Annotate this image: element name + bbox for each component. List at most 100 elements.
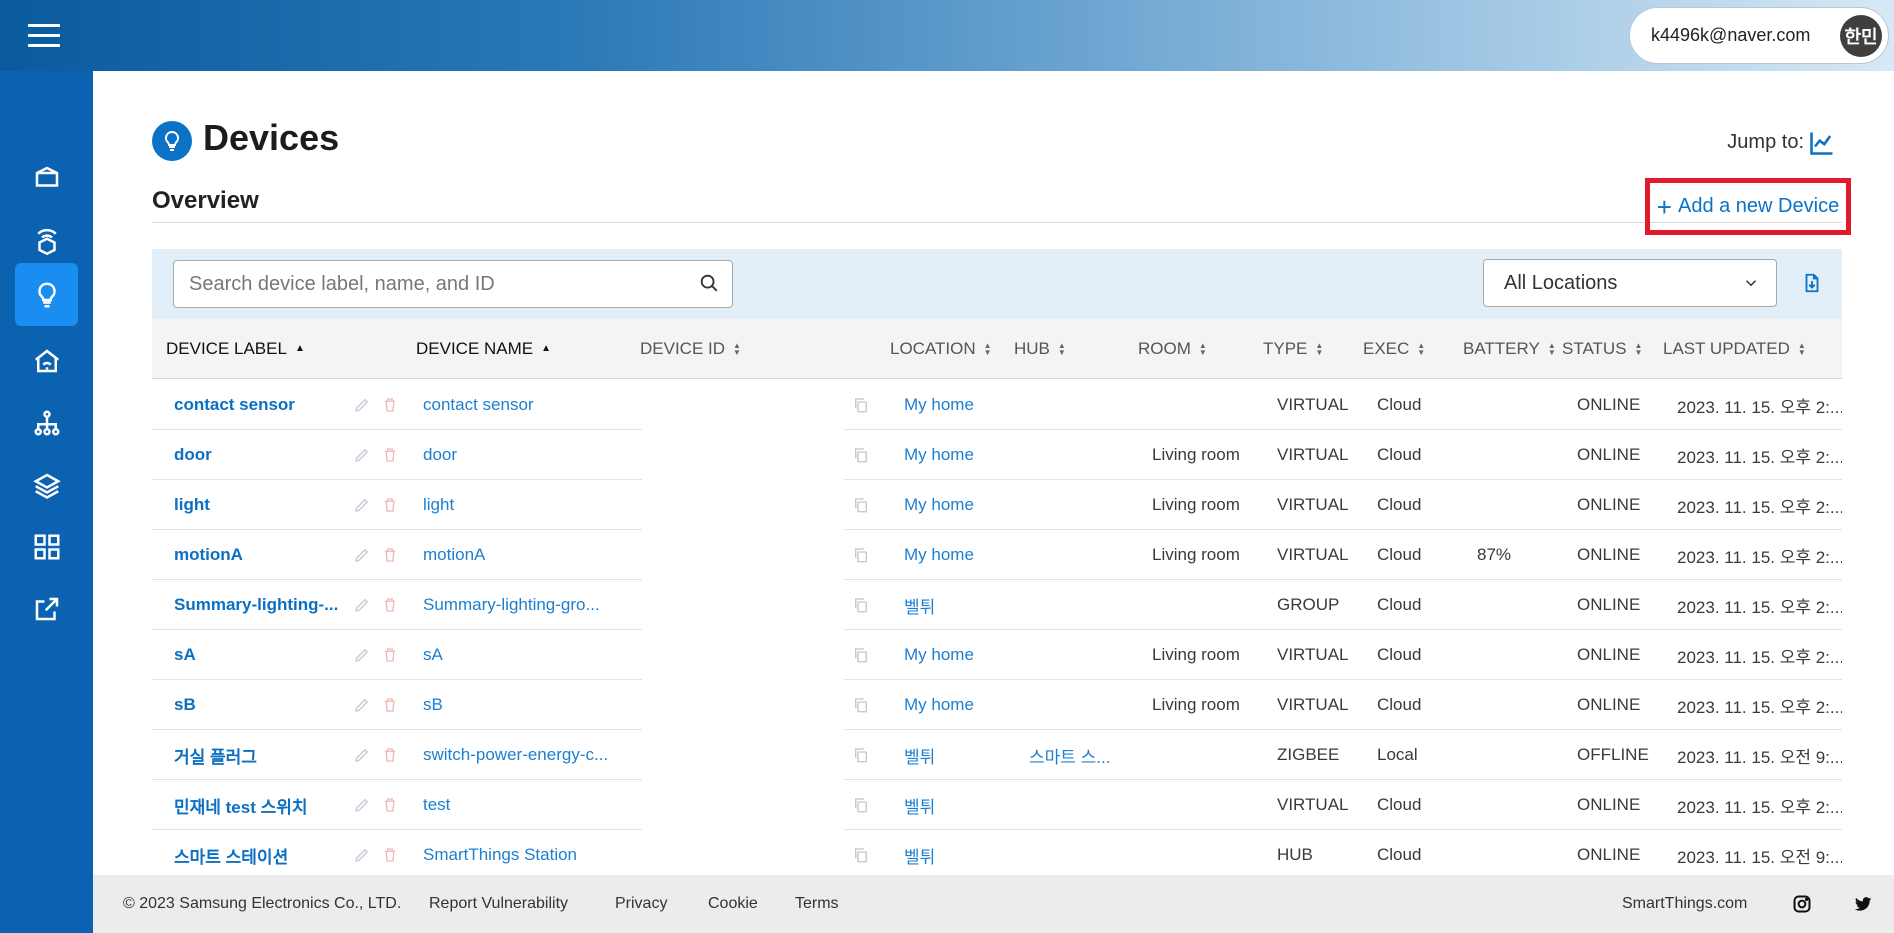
location-select[interactable]: All Locations bbox=[1483, 259, 1777, 307]
copy-id-icon[interactable] bbox=[852, 496, 870, 514]
device-name-link[interactable]: SmartThings Station bbox=[423, 830, 623, 876]
col-last-updated-header[interactable]: LAST UPDATED ▲ ▼ bbox=[1663, 319, 1806, 379]
location-link[interactable]: 벨튀 bbox=[904, 580, 1014, 630]
sort-ascending-icon[interactable]: ▲ bbox=[541, 344, 551, 354]
sidebar-item-locations[interactable] bbox=[15, 329, 78, 392]
footer-link-smartthings[interactable]: SmartThings.com bbox=[1622, 895, 1747, 913]
sort-icon[interactable]: ▲ ▼ bbox=[1798, 342, 1806, 357]
location-link[interactable]: My home bbox=[904, 630, 1014, 680]
hub-link[interactable] bbox=[1029, 430, 1129, 480]
device-label-link[interactable]: sA bbox=[174, 630, 344, 680]
copy-id-icon[interactable] bbox=[852, 696, 870, 714]
sort-icon[interactable]: ▲ ▼ bbox=[1548, 342, 1556, 357]
device-label-link[interactable]: Summary-lighting-... bbox=[174, 580, 344, 630]
sidebar-item-projects[interactable] bbox=[15, 146, 78, 209]
device-label-link[interactable]: 스마트 스테이션 bbox=[174, 830, 344, 876]
copy-id-icon[interactable] bbox=[852, 596, 870, 614]
device-label-link[interactable]: 거실 플러그 bbox=[174, 730, 344, 780]
device-name-link[interactable]: test bbox=[423, 780, 623, 830]
device-name-link[interactable]: contact sensor bbox=[423, 380, 623, 430]
edit-pencil-icon[interactable] bbox=[353, 496, 371, 514]
device-label-link[interactable]: door bbox=[174, 430, 344, 480]
sort-icon[interactable]: ▲ ▼ bbox=[1635, 342, 1643, 357]
twitter-icon[interactable] bbox=[1853, 894, 1873, 914]
edit-pencil-icon[interactable] bbox=[353, 646, 371, 664]
sort-icon[interactable]: ▲ ▼ bbox=[1058, 342, 1066, 357]
delete-trash-icon[interactable] bbox=[381, 596, 399, 614]
instagram-icon[interactable] bbox=[1792, 894, 1812, 914]
hub-link[interactable] bbox=[1029, 580, 1129, 630]
footer-link-privacy[interactable]: Privacy bbox=[615, 895, 667, 913]
col-type-header[interactable]: TYPE ▲ ▼ bbox=[1263, 319, 1323, 379]
sidebar-item-network[interactable] bbox=[15, 391, 78, 454]
sort-icon[interactable]: ▲ ▼ bbox=[1199, 342, 1207, 357]
edit-pencil-icon[interactable] bbox=[353, 446, 371, 464]
hub-link[interactable] bbox=[1029, 780, 1129, 830]
add-device-button[interactable]: + Add a new Device bbox=[1645, 178, 1851, 235]
sort-icon[interactable]: ▲ ▼ bbox=[1315, 342, 1323, 357]
device-name-link[interactable]: door bbox=[423, 430, 623, 480]
footer-link-cookie[interactable]: Cookie bbox=[708, 895, 758, 913]
sidebar-item-hubs[interactable] bbox=[15, 208, 78, 271]
user-account-button[interactable]: k4496k@naver.com 한민 bbox=[1629, 7, 1889, 64]
delete-trash-icon[interactable] bbox=[381, 396, 399, 414]
delete-trash-icon[interactable] bbox=[381, 746, 399, 764]
col-location-header[interactable]: LOCATION ▲ ▼ bbox=[890, 319, 992, 379]
col-status-header[interactable]: STATUS ▲ ▼ bbox=[1562, 319, 1642, 379]
search-input[interactable] bbox=[189, 272, 698, 296]
device-name-link[interactable]: sB bbox=[423, 680, 623, 730]
edit-pencil-icon[interactable] bbox=[353, 796, 371, 814]
copy-id-icon[interactable] bbox=[852, 846, 870, 864]
edit-pencil-icon[interactable] bbox=[353, 546, 371, 564]
edit-pencil-icon[interactable] bbox=[353, 396, 371, 414]
col-room-header[interactable]: ROOM ▲ ▼ bbox=[1138, 319, 1207, 379]
device-label-link[interactable]: light bbox=[174, 480, 344, 530]
sort-icon[interactable]: ▲ ▼ bbox=[1417, 342, 1425, 357]
col-device-name-header[interactable]: DEVICE NAME ▲ bbox=[416, 319, 551, 379]
sidebar-item-layers[interactable] bbox=[15, 453, 78, 516]
delete-trash-icon[interactable] bbox=[381, 646, 399, 664]
sort-icon[interactable]: ▲ ▼ bbox=[984, 342, 992, 357]
copy-id-icon[interactable] bbox=[852, 546, 870, 564]
search-icon[interactable] bbox=[698, 272, 722, 296]
location-link[interactable]: 벨튀 bbox=[904, 780, 1014, 830]
hub-link[interactable] bbox=[1029, 380, 1129, 430]
device-name-link[interactable]: Summary-lighting-gro... bbox=[423, 580, 623, 630]
hub-link[interactable] bbox=[1029, 630, 1129, 680]
copy-id-icon[interactable] bbox=[852, 796, 870, 814]
edit-pencil-icon[interactable] bbox=[353, 746, 371, 764]
footer-link-report-vulnerability[interactable]: Report Vulnerability bbox=[429, 895, 568, 913]
device-name-link[interactable]: sA bbox=[423, 630, 623, 680]
device-name-link[interactable]: light bbox=[423, 480, 623, 530]
copy-id-icon[interactable] bbox=[852, 446, 870, 464]
hub-link[interactable] bbox=[1029, 830, 1129, 876]
sidebar-item-dashboard[interactable] bbox=[15, 515, 78, 578]
location-link[interactable]: My home bbox=[904, 430, 1014, 480]
col-device-id-header[interactable]: DEVICE ID ▲ ▼ bbox=[640, 319, 741, 379]
device-name-link[interactable]: switch-power-energy-c... bbox=[423, 730, 623, 780]
location-link[interactable]: My home bbox=[904, 380, 1014, 430]
hub-link[interactable] bbox=[1029, 680, 1129, 730]
device-label-link[interactable]: 민재네 test 스위치 bbox=[174, 780, 344, 830]
device-label-link[interactable]: contact sensor bbox=[174, 380, 344, 430]
col-battery-header[interactable]: BATTERY ▲ ▼ bbox=[1463, 319, 1556, 379]
delete-trash-icon[interactable] bbox=[381, 846, 399, 864]
sort-icon[interactable]: ▲ ▼ bbox=[733, 342, 741, 357]
chart-line-icon[interactable] bbox=[1808, 129, 1836, 157]
edit-pencil-icon[interactable] bbox=[353, 846, 371, 864]
footer-link-terms[interactable]: Terms bbox=[795, 895, 839, 913]
delete-trash-icon[interactable] bbox=[381, 696, 399, 714]
col-device-label-header[interactable]: DEVICE LABEL ▲ bbox=[166, 319, 305, 379]
location-link[interactable]: My home bbox=[904, 480, 1014, 530]
delete-trash-icon[interactable] bbox=[381, 546, 399, 564]
copy-id-icon[interactable] bbox=[852, 746, 870, 764]
hub-link[interactable] bbox=[1029, 480, 1129, 530]
location-link[interactable]: 벨튀 bbox=[904, 830, 1014, 876]
hub-link[interactable] bbox=[1029, 530, 1129, 580]
delete-trash-icon[interactable] bbox=[381, 446, 399, 464]
export-icon[interactable] bbox=[1801, 271, 1825, 295]
delete-trash-icon[interactable] bbox=[381, 796, 399, 814]
device-name-link[interactable]: motionA bbox=[423, 530, 623, 580]
sort-ascending-icon[interactable]: ▲ bbox=[295, 344, 305, 354]
device-label-link[interactable]: motionA bbox=[174, 530, 344, 580]
